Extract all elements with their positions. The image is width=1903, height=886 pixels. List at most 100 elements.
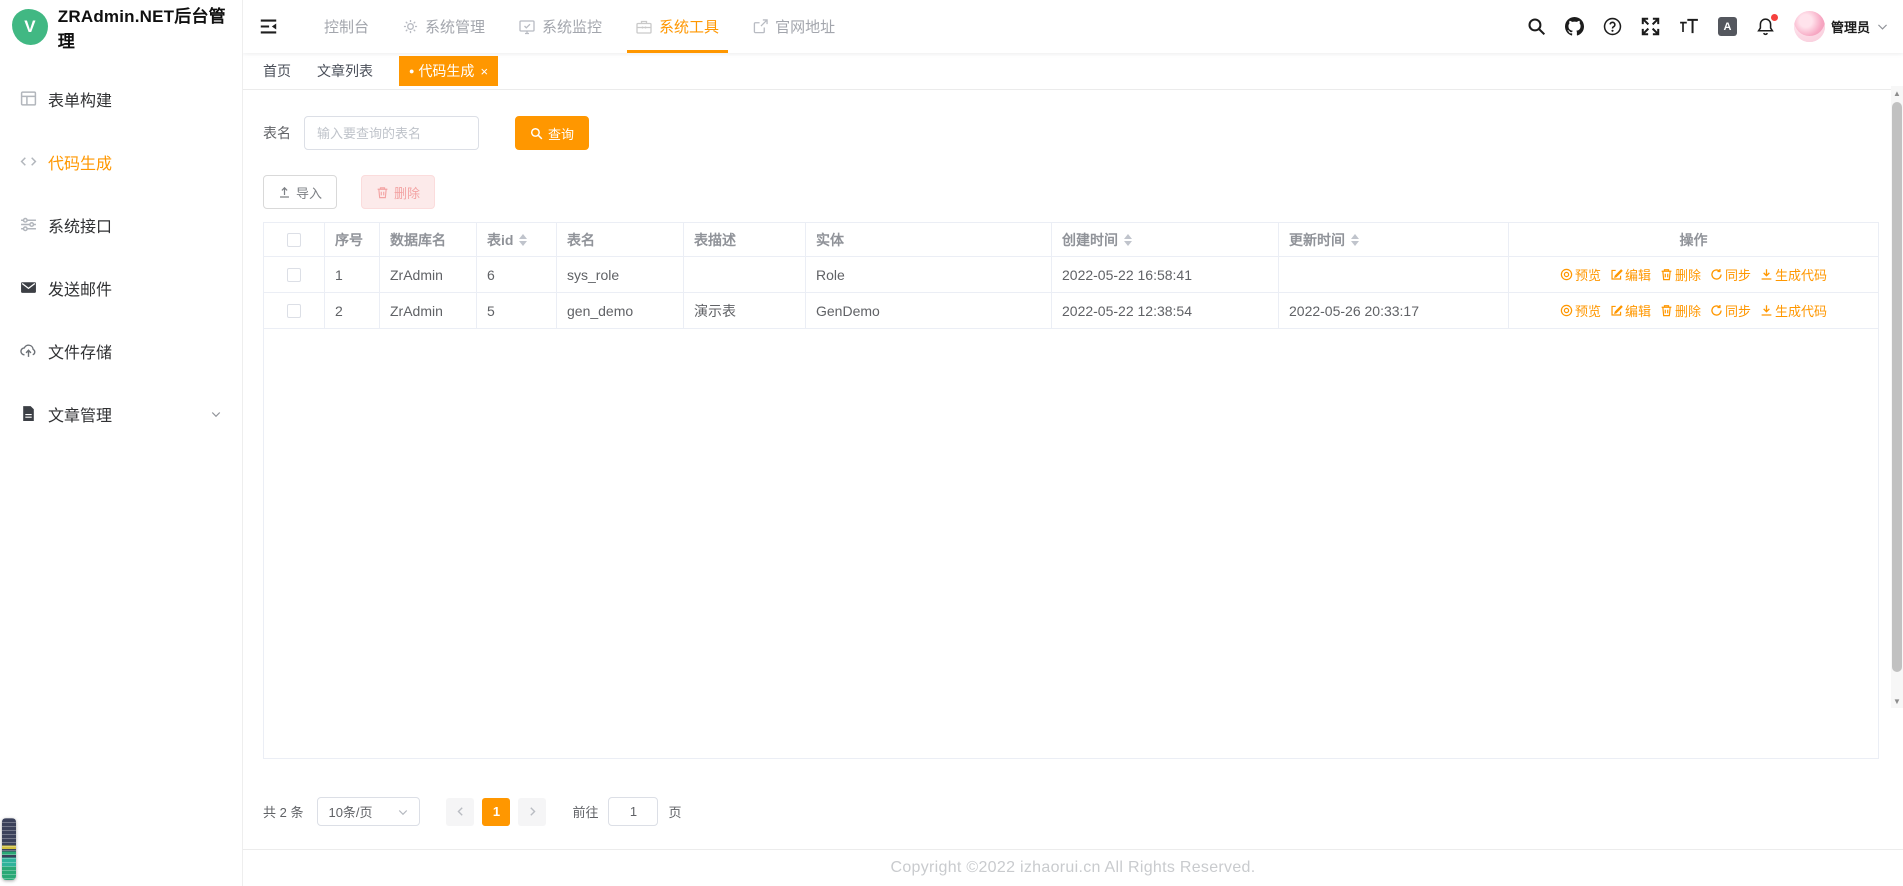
close-icon[interactable]: × bbox=[480, 64, 488, 79]
app-logo: V bbox=[12, 8, 48, 45]
avatar bbox=[1793, 11, 1825, 42]
cell-table-name: sys_role bbox=[557, 257, 684, 292]
external-link-icon bbox=[753, 19, 768, 34]
topnav-item-label: 控制台 bbox=[324, 19, 370, 36]
copyright-text: Copyright ©2022 izhaorui.cn All Rights R… bbox=[890, 859, 1256, 876]
page-size-select[interactable]: 10条/页 bbox=[317, 797, 421, 826]
next-page-button[interactable] bbox=[518, 797, 547, 826]
sidebar-item-label: 系统接口 bbox=[48, 218, 113, 236]
select-all-checkbox[interactable] bbox=[287, 232, 301, 247]
row-checkbox[interactable] bbox=[287, 267, 301, 282]
table-name-label: 表名 bbox=[263, 125, 291, 141]
page-number-1[interactable]: 1 bbox=[482, 797, 511, 826]
scroll-down-icon[interactable]: ▼ bbox=[1891, 694, 1903, 708]
topnav-item-console[interactable]: 控制台 bbox=[307, 0, 386, 53]
sync-action[interactable]: 同步 bbox=[1710, 265, 1751, 284]
app-title: ZRAdmin.NET后台管理 bbox=[57, 6, 226, 51]
cloud-upload-icon bbox=[20, 342, 37, 359]
chevron-down-icon bbox=[1876, 20, 1889, 33]
table-name-input[interactable] bbox=[304, 116, 479, 150]
delete-action[interactable]: 删除 bbox=[1660, 301, 1701, 320]
menu-fold-icon bbox=[259, 17, 278, 36]
table-empty-space bbox=[264, 329, 1878, 758]
font-size-icon[interactable] bbox=[1679, 17, 1699, 36]
help-icon[interactable] bbox=[1603, 17, 1622, 36]
github-icon[interactable] bbox=[1564, 17, 1584, 36]
tab-article-list[interactable]: 文章列表 bbox=[317, 61, 373, 81]
cell-table-id: 6 bbox=[477, 257, 557, 292]
server-status-widget[interactable] bbox=[2, 818, 16, 880]
user-menu[interactable]: 管理员 bbox=[1793, 11, 1889, 42]
table-row: 2 ZrAdmin 5 gen_demo 演示表 GenDemo 2022-05… bbox=[264, 293, 1878, 329]
goto-page-input[interactable] bbox=[608, 797, 659, 826]
query-button[interactable]: 查询 bbox=[515, 116, 590, 150]
translate-icon[interactable]: A bbox=[1717, 17, 1737, 36]
pager-goto: 前往 页 bbox=[572, 797, 682, 826]
bell-icon[interactable] bbox=[1756, 14, 1778, 36]
delete-action[interactable]: 删除 bbox=[1660, 265, 1701, 284]
sidebar-item-system-api[interactable]: 系统接口 bbox=[0, 193, 242, 256]
table-header: 序号 数据库名 表id 表名 表描述 实体 创建时间 更新时间 操作 bbox=[264, 223, 1878, 257]
tab-code-gen[interactable]: ● 代码生成 × bbox=[399, 56, 499, 86]
sidebar-fold-button[interactable] bbox=[243, 0, 293, 53]
cell-table-desc: 演示表 bbox=[684, 293, 806, 328]
sidebar-item-label: 表单构建 bbox=[48, 92, 113, 110]
scroll-up-icon[interactable]: ▲ bbox=[1891, 86, 1903, 100]
sliders-icon bbox=[20, 216, 37, 233]
tab-home[interactable]: 首页 bbox=[263, 61, 291, 81]
topnav-item-system-mgmt[interactable]: 系统管理 bbox=[386, 0, 502, 53]
sort-icon[interactable] bbox=[1351, 233, 1359, 246]
cell-db-name: ZrAdmin bbox=[380, 293, 477, 328]
sort-icon[interactable] bbox=[519, 233, 528, 246]
chevron-down-icon bbox=[397, 806, 409, 818]
sidebar-item-label: 发送邮件 bbox=[48, 281, 113, 299]
user-name: 管理员 bbox=[1830, 20, 1870, 35]
column-header-updated[interactable]: 更新时间 bbox=[1279, 223, 1509, 256]
scrollbar-thumb[interactable] bbox=[1892, 102, 1902, 672]
monitor-icon bbox=[519, 19, 535, 35]
column-header-table-id[interactable]: 表id bbox=[477, 223, 557, 256]
column-header-created[interactable]: 创建时间 bbox=[1052, 223, 1279, 256]
table-body: 1 ZrAdmin 6 sys_role Role 2022-05-22 16:… bbox=[264, 257, 1878, 329]
preview-action[interactable]: 预览 bbox=[1560, 265, 1601, 284]
sidebar-item-form-builder[interactable]: 表单构建 bbox=[0, 67, 242, 130]
table-row: 1 ZrAdmin 6 sys_role Role 2022-05-22 16:… bbox=[264, 257, 1878, 293]
column-header-table-name: 表名 bbox=[557, 223, 684, 256]
vertical-scrollbar[interactable]: ▲ ▼ bbox=[1891, 86, 1903, 708]
document-icon bbox=[20, 405, 37, 422]
main-area: 控制台 系统管理 系统监控 系统工具 官网地址 A 管理员 首页 文章列表 ● … bbox=[243, 0, 1903, 886]
sidebar-menu: 表单构建 代码生成 系统接口 发送邮件 文件存储 文章管理 bbox=[0, 53, 242, 445]
import-button[interactable]: 导入 bbox=[263, 175, 338, 209]
column-header-seq: 序号 bbox=[325, 223, 380, 256]
goto-label: 前往 bbox=[572, 805, 599, 820]
cell-created-time: 2022-05-22 12:38:54 bbox=[1052, 293, 1279, 328]
tag-view-bar: 首页 文章列表 ● 代码生成 × bbox=[243, 53, 1903, 90]
sidebar-item-send-mail[interactable]: 发送邮件 bbox=[0, 256, 242, 319]
topnav-item-system-monitor[interactable]: 系统监控 bbox=[502, 0, 619, 53]
edit-action[interactable]: 编辑 bbox=[1610, 301, 1651, 320]
cell-entity: GenDemo bbox=[806, 293, 1052, 328]
sidebar-item-file-storage[interactable]: 文件存储 bbox=[0, 319, 242, 382]
prev-page-button[interactable] bbox=[446, 797, 475, 826]
preview-action[interactable]: 预览 bbox=[1560, 301, 1601, 320]
generate-code-action[interactable]: 生成代码 bbox=[1760, 265, 1827, 284]
row-checkbox[interactable] bbox=[287, 303, 301, 318]
sidebar-item-code-gen[interactable]: 代码生成 bbox=[0, 130, 242, 193]
column-header-entity: 实体 bbox=[806, 223, 1052, 256]
top-navigation: 控制台 系统管理 系统监控 系统工具 官网地址 bbox=[307, 0, 852, 53]
edit-action[interactable]: 编辑 bbox=[1610, 265, 1651, 284]
cell-actions: 预览 编辑 删除 同步 生成代码 bbox=[1509, 293, 1878, 328]
topnav-item-system-tools[interactable]: 系统工具 bbox=[619, 0, 736, 53]
delete-button[interactable]: 删除 bbox=[361, 175, 436, 209]
topnav-item-official-site[interactable]: 官网地址 bbox=[736, 0, 852, 53]
sidebar-item-article-mgmt[interactable]: 文章管理 bbox=[0, 382, 242, 445]
gear-icon bbox=[403, 19, 418, 34]
sort-icon[interactable] bbox=[1124, 233, 1132, 246]
logo-row: V ZRAdmin.NET后台管理 bbox=[0, 0, 242, 53]
sidebar-item-label: 代码生成 bbox=[48, 155, 113, 173]
sync-action[interactable]: 同步 bbox=[1710, 301, 1751, 320]
fullscreen-icon[interactable] bbox=[1641, 17, 1660, 36]
column-header-db-name: 数据库名 bbox=[380, 223, 477, 256]
generate-code-action[interactable]: 生成代码 bbox=[1760, 301, 1827, 320]
search-icon[interactable] bbox=[1527, 17, 1546, 36]
